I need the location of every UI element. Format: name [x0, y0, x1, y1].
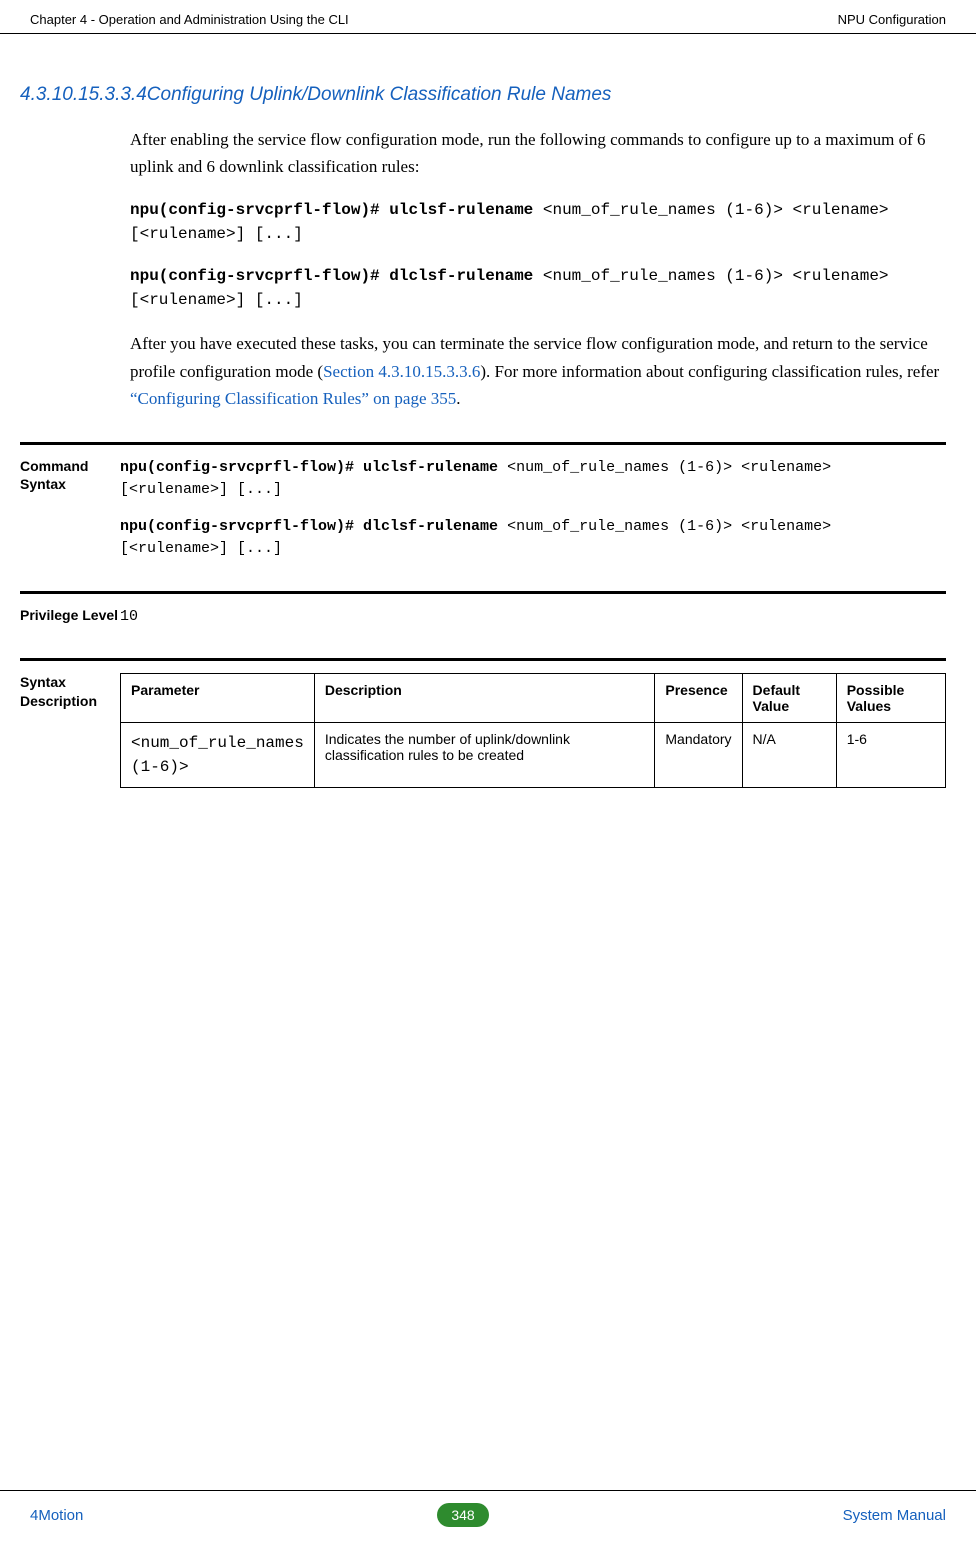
header-right: NPU Configuration	[838, 12, 946, 27]
footer-right: System Manual	[843, 1507, 946, 1524]
page-footer: 4Motion 348 System Manual	[0, 1490, 976, 1527]
td-description: Indicates the number of uplink/downlink …	[314, 723, 655, 788]
command-syntax-label: Command Syntax	[20, 457, 120, 561]
th-presence: Presence	[655, 674, 742, 723]
table-header-row: Parameter Description Presence Default V…	[121, 674, 946, 723]
syntax-table: Parameter Description Presence Default V…	[120, 673, 946, 788]
table-row: <num_of_rule_names (1-6)> Indicates the …	[121, 723, 946, 788]
cs-line2-bold: npu(config-srvcprfl-flow)# dlclsf-rulena…	[120, 518, 507, 535]
th-possible: Possible Values	[836, 674, 945, 723]
th-default: Default Value	[742, 674, 836, 723]
syntax-description-content: Parameter Description Presence Default V…	[120, 673, 946, 788]
cs-line1-bold: npu(config-srvcprfl-flow)# ulclsf-rulena…	[120, 459, 507, 476]
privilege-label: Privilege Level	[20, 606, 120, 629]
page-number-badge: 348	[437, 1503, 488, 1527]
th-description: Description	[314, 674, 655, 723]
td-default: N/A	[742, 723, 836, 788]
command-syntax-content: npu(config-srvcprfl-flow)# ulclsf-rulena…	[120, 457, 946, 561]
td-presence: Mandatory	[655, 723, 742, 788]
page-header: Chapter 4 - Operation and Administration…	[0, 0, 976, 34]
syntax-description-block: Syntax Description Parameter Description…	[20, 658, 946, 788]
syntax-description-label: Syntax Description	[20, 673, 120, 788]
privilege-value: 10	[120, 606, 946, 629]
cmd2-bold: npu(config-srvcprfl-flow)# dlclsf-rulena…	[130, 267, 543, 285]
section-link[interactable]: Section 4.3.10.15.3.3.6	[323, 362, 480, 381]
intro-paragraph: After enabling the service flow configur…	[0, 126, 976, 180]
command-syntax-block: Command Syntax npu(config-srvcprfl-flow)…	[20, 442, 946, 561]
after-paragraph: After you have executed these tasks, you…	[0, 330, 976, 412]
th-parameter: Parameter	[121, 674, 315, 723]
page-link[interactable]: “Configuring Classification Rules” on pa…	[130, 389, 456, 408]
td-possible: 1-6	[836, 723, 945, 788]
after-mid: ). For more information about configurin…	[480, 362, 939, 381]
after-end: .	[456, 389, 460, 408]
cmd-line-2: npu(config-srvcprfl-flow)# dlclsf-rulena…	[0, 264, 976, 312]
cmd-line-1: npu(config-srvcprfl-flow)# ulclsf-rulena…	[0, 198, 976, 246]
cmd1-bold: npu(config-srvcprfl-flow)# ulclsf-rulena…	[130, 201, 543, 219]
td-parameter: <num_of_rule_names (1-6)>	[121, 723, 315, 788]
header-left: Chapter 4 - Operation and Administration…	[30, 12, 349, 27]
section-heading: 4.3.10.15.3.3.4Configuring Uplink/Downli…	[0, 84, 976, 106]
section-title: Configuring Uplink/Downlink Classificati…	[147, 84, 612, 105]
privilege-block: Privilege Level 10	[20, 591, 946, 629]
section-number: 4.3.10.15.3.3.4	[20, 84, 147, 105]
footer-left: 4Motion	[30, 1507, 83, 1524]
